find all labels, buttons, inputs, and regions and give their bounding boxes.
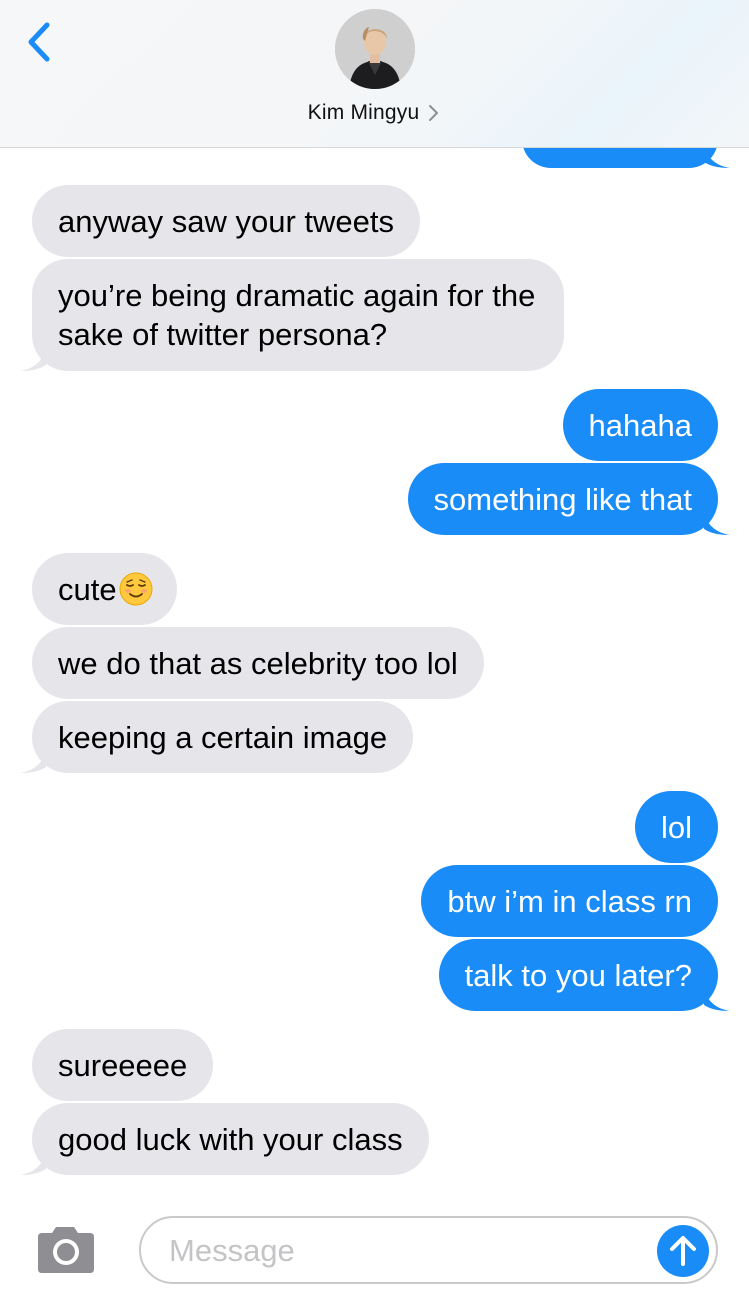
avatar-photo xyxy=(335,9,415,89)
message-sent[interactable]: talk to you later? xyxy=(438,939,730,1011)
bubble-tail xyxy=(704,146,730,168)
message-text: keeping a certain image xyxy=(58,720,388,755)
message-text: you’re being dramatic again for the sake… xyxy=(58,278,536,352)
relieved-smile-emoji-icon xyxy=(119,572,153,606)
message-received[interactable]: anyway saw your tweets xyxy=(32,185,420,257)
message-received[interactable]: keeping a certain image xyxy=(20,701,414,773)
contact-avatar[interactable] xyxy=(335,9,415,89)
contact-name: Kim Mingyu xyxy=(307,101,420,124)
conversation-header: Kim Mingyu xyxy=(0,0,749,148)
camera-button[interactable] xyxy=(34,1225,96,1275)
contact-details-button[interactable]: Kim Mingyu xyxy=(0,96,749,130)
message-sent[interactable]: btw i’m in class rn xyxy=(421,865,718,937)
message-received[interactable]: you’re being dramatic again for the sake… xyxy=(20,259,564,371)
message-text: good luck with your class xyxy=(58,1122,403,1157)
back-button[interactable] xyxy=(18,18,60,66)
message-text: cute xyxy=(58,572,117,607)
chevron-right-icon xyxy=(429,105,439,121)
message-text: something like that xyxy=(433,482,692,517)
message-received[interactable]: sureeeee xyxy=(32,1029,214,1101)
message-sent[interactable]: something like that xyxy=(407,463,730,535)
message-sent[interactable]: lol xyxy=(634,791,718,863)
chevron-left-icon xyxy=(28,22,50,62)
bubble-tail xyxy=(20,751,46,773)
message-text: btw i’m in class rn xyxy=(447,884,692,919)
bubble-tail xyxy=(704,989,730,1011)
message-text: lol xyxy=(660,810,692,845)
send-button[interactable] xyxy=(657,1225,709,1277)
message-sent[interactable]: hahaha xyxy=(562,389,718,461)
message-text: sureeeee xyxy=(58,1048,188,1083)
bubble-tail xyxy=(20,349,46,371)
message-text: we do that as celebrity too lol xyxy=(58,646,458,681)
message-text: anyway saw your tweets xyxy=(58,204,394,239)
message-received[interactable]: cute xyxy=(32,553,177,625)
message-text: talk to you later? xyxy=(464,958,692,993)
message-text: hahaha xyxy=(588,408,692,443)
arrow-up-icon xyxy=(670,1236,696,1266)
message-received[interactable]: we do that as celebrity too lol xyxy=(32,627,484,699)
bubble-tail xyxy=(704,513,730,535)
message-received[interactable]: good luck with your class xyxy=(20,1103,429,1175)
message-input-field[interactable] xyxy=(139,1216,718,1284)
camera-icon xyxy=(38,1227,94,1273)
bubble-tail xyxy=(20,1153,46,1175)
message-input[interactable] xyxy=(167,1228,641,1274)
message-list[interactable]: anyway saw your tweets you’re being dram… xyxy=(0,0,749,1200)
